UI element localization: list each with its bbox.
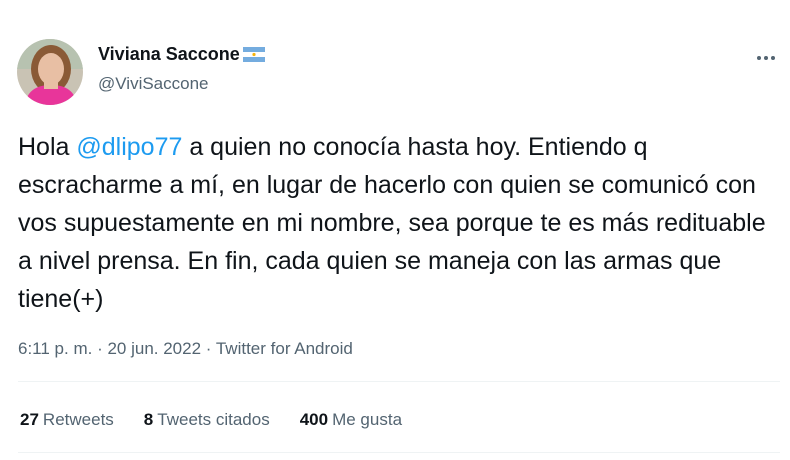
likes-label: Me gusta xyxy=(332,410,403,429)
avatar[interactable] xyxy=(17,39,83,105)
tweet-stats: 27 Retweets 8 Tweets citados 400 Me gusta xyxy=(20,410,432,430)
tweet-date[interactable]: 20 jun. 2022 xyxy=(107,339,201,358)
tweet-text-start: Hola xyxy=(18,133,77,161)
quote-tweets-count: 8 xyxy=(143,410,154,429)
divider xyxy=(18,452,780,453)
tweet-time[interactable]: 6:11 p. m. xyxy=(18,339,92,358)
quote-tweets-stat[interactable]: 8 Tweets citados xyxy=(144,410,270,430)
argentina-flag-icon xyxy=(242,47,265,62)
avatar-image xyxy=(17,39,83,105)
tweet-card: Viviana Saccone @ViviSaccone Hola @dlipo… xyxy=(0,0,790,460)
tweet-source[interactable]: Twitter for Android xyxy=(216,339,353,358)
display-name[interactable]: Viviana Saccone xyxy=(98,44,240,65)
mention-link[interactable]: @dlipo77 xyxy=(76,133,182,161)
dot xyxy=(757,56,761,60)
dot xyxy=(764,56,768,60)
retweets-stat[interactable]: 27 Retweets xyxy=(20,410,114,430)
author-name-row: Viviana Saccone xyxy=(98,44,265,65)
likes-stat[interactable]: 400 Me gusta xyxy=(300,410,402,430)
divider xyxy=(18,381,780,382)
more-options-icon[interactable] xyxy=(752,48,780,68)
tweet-meta: 6:11 p. m. · 20 jun. 2022 · Twitter for … xyxy=(18,339,353,359)
retweets-count: 27 xyxy=(20,410,39,429)
user-handle[interactable]: @ViviSaccone xyxy=(98,74,209,94)
meta-separator: · xyxy=(92,339,108,358)
retweets-label: Retweets xyxy=(42,410,114,429)
quote-tweets-label: Tweets citados xyxy=(157,410,270,429)
meta-separator: · xyxy=(201,339,216,358)
tweet-text: Hola @dlipo77 a quien no conocía hasta h… xyxy=(18,128,778,318)
dot xyxy=(771,56,775,60)
likes-count: 400 xyxy=(299,410,329,429)
